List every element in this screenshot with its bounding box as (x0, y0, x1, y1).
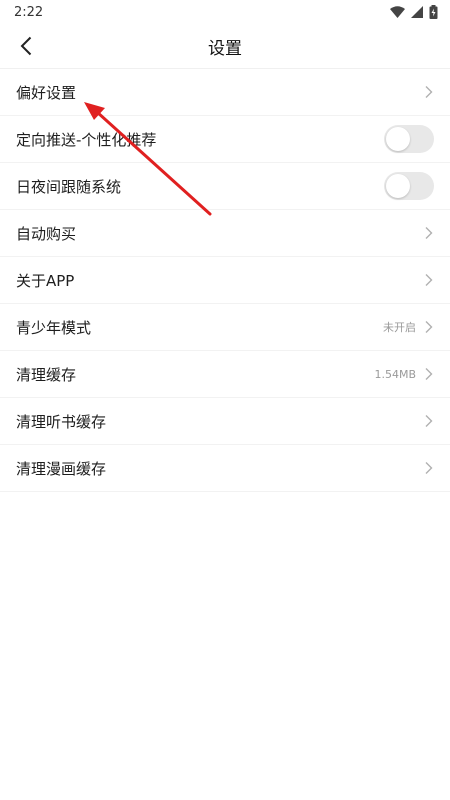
setting-right: 1.54MB (374, 367, 434, 381)
day-night-toggle[interactable] (384, 172, 434, 200)
setting-preferences[interactable]: 偏好设置 (0, 69, 450, 116)
page-title: 设置 (208, 38, 242, 59)
setting-label: 关于APP (16, 271, 75, 290)
setting-clear-comic-cache[interactable]: 清理漫画缓存 (0, 445, 450, 492)
setting-right (424, 461, 434, 475)
settings-screen: 2:22 设置 偏好设置 定向推送-个性化推荐 日夜间跟随系统 自动购买 关于A… (0, 0, 450, 800)
signal-icon (411, 6, 423, 18)
chevron-right-icon (425, 227, 433, 239)
teen-mode-status: 未开启 (383, 321, 416, 334)
setting-clear-cache[interactable]: 清理缓存 1.54MB (0, 351, 450, 398)
chevron-right-icon (425, 321, 433, 333)
setting-day-night-follow-system: 日夜间跟随系统 (0, 163, 450, 210)
setting-label: 日夜间跟随系统 (16, 177, 122, 196)
setting-right (424, 226, 434, 240)
setting-label: 定向推送-个性化推荐 (16, 130, 157, 149)
setting-label: 偏好设置 (16, 83, 77, 102)
setting-about-app[interactable]: 关于APP (0, 257, 450, 304)
chevron-right-icon (425, 368, 433, 380)
setting-right (424, 85, 434, 99)
cache-size: 1.54MB (374, 367, 416, 381)
setting-clear-audiobook-cache[interactable]: 清理听书缓存 (0, 398, 450, 445)
status-time: 2:22 (14, 4, 44, 20)
back-button[interactable] (8, 24, 44, 68)
wifi-icon (390, 6, 405, 18)
battery-charging-icon (429, 5, 438, 19)
setting-auto-purchase[interactable]: 自动购买 (0, 210, 450, 257)
settings-list: 偏好设置 定向推送-个性化推荐 日夜间跟随系统 自动购买 关于APP 青少年模式… (0, 69, 450, 492)
status-bar: 2:22 (0, 0, 450, 24)
toggle-knob (386, 127, 410, 151)
setting-teen-mode[interactable]: 青少年模式 未开启 (0, 304, 450, 351)
setting-right (424, 414, 434, 428)
setting-right: 未开启 (383, 319, 434, 335)
setting-label: 自动购买 (16, 224, 77, 243)
personalized-push-toggle[interactable] (384, 125, 434, 153)
setting-label: 青少年模式 (16, 318, 92, 337)
setting-right (424, 273, 434, 287)
chevron-right-icon (425, 462, 433, 474)
chevron-right-icon (425, 274, 433, 286)
chevron-right-icon (425, 86, 433, 98)
setting-label: 清理缓存 (16, 365, 77, 384)
chevron-right-icon (425, 415, 433, 427)
header-bar: 设置 (0, 24, 450, 69)
setting-label: 清理漫画缓存 (16, 459, 107, 478)
toggle-knob (386, 174, 410, 198)
setting-label: 清理听书缓存 (16, 412, 107, 431)
setting-personalized-push: 定向推送-个性化推荐 (0, 116, 450, 163)
chevron-left-icon (20, 36, 32, 56)
status-icons (390, 5, 438, 19)
